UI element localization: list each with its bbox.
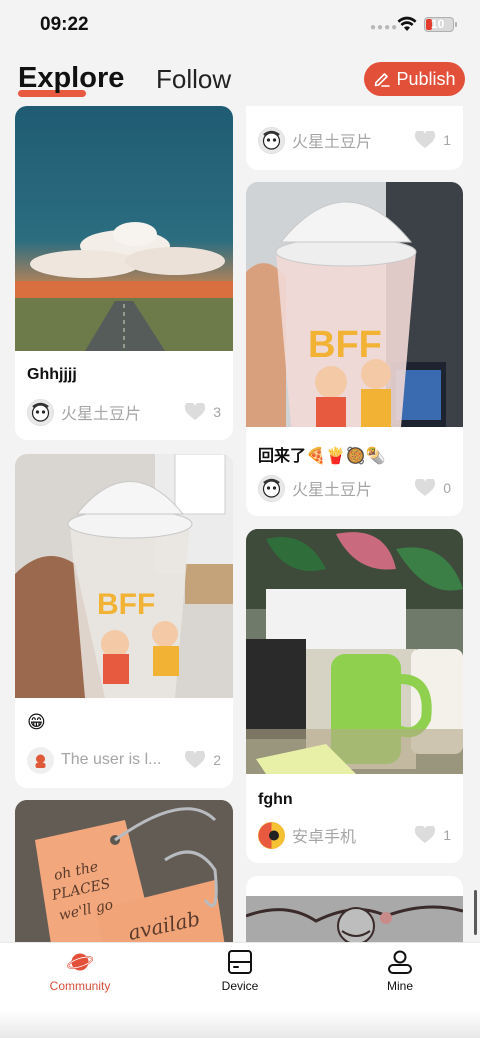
post-footer: 火星土豆片 0 — [258, 474, 451, 502]
like-count: 2 — [213, 752, 221, 768]
post-card[interactable]: Ghhjjjj 火星土豆片 3 — [15, 106, 233, 440]
tab-community-label: Community — [49, 979, 111, 993]
post-title: 回来了🍕🍟🥘🌯 — [258, 448, 386, 465]
tab-community[interactable]: Community — [20, 949, 140, 993]
like-button[interactable]: 1 — [415, 826, 451, 844]
sunset-road-photo — [15, 106, 233, 351]
bff-cup-photo: BFF — [15, 454, 233, 698]
post-card[interactable]: 火星土豆片 1 — [246, 106, 463, 170]
post-title: fghn — [258, 791, 293, 808]
status-bar: 09:22 ●●●● 10 — [0, 0, 480, 50]
post-card[interactable]: fghn 安卓手机 1 — [246, 529, 463, 863]
avatar[interactable] — [258, 126, 285, 154]
user-icon — [388, 950, 412, 974]
signal-icon: ●●●● — [370, 22, 399, 33]
post-footer: 火星土豆片 1 — [258, 126, 451, 154]
like-button[interactable]: 1 — [415, 131, 451, 149]
like-count: 1 — [443, 827, 451, 843]
tab-follow[interactable]: Follow — [156, 64, 231, 95]
avatar[interactable] — [258, 821, 285, 849]
post-card[interactable]: oh the PLACES we'll go availab — [15, 800, 233, 942]
avatar[interactable] — [27, 746, 54, 774]
desk-mug-plant-photo — [246, 529, 463, 774]
device-icon — [228, 950, 252, 974]
tab-device-label: Device — [221, 979, 259, 993]
battery-icon: 10 — [424, 17, 457, 32]
heart-icon — [415, 131, 436, 148]
like-button[interactable]: 2 — [185, 751, 221, 769]
wifi-icon — [397, 16, 417, 31]
author-name: The user is l... — [61, 751, 162, 768]
leather-tags-photo: oh the PLACES we'll go availab — [15, 800, 233, 942]
tab-device[interactable]: Device — [180, 949, 300, 993]
publish-button[interactable]: Publish — [364, 62, 465, 96]
post-footer: 火星土豆片 3 — [27, 398, 221, 426]
post-title: Ghhjjjj — [27, 366, 77, 383]
avatar[interactable] — [258, 474, 285, 502]
svg-text:BFF: BFF — [97, 588, 155, 621]
feed: Ghhjjjj 火星土豆片 3 BFF 😁 The user is l... 2… — [0, 106, 480, 942]
post-card[interactable]: BFF 回来了🍕🍟🥘🌯 火星土豆片 0 — [246, 182, 463, 516]
author-name: 安卓手机 — [292, 829, 357, 846]
author-name: 火星土豆片 — [292, 134, 373, 151]
svg-text:BFF: BFF — [308, 324, 382, 366]
like-count: 3 — [213, 404, 221, 420]
status-time: 09:22 — [40, 14, 89, 35]
bff-cup-photo: BFF — [246, 182, 463, 427]
post-footer: The user is l... 2 — [27, 746, 221, 774]
battery-level: 10 — [431, 17, 445, 31]
publish-label: Publish — [396, 68, 456, 89]
heart-icon — [185, 403, 206, 420]
avatar[interactable] — [27, 398, 54, 426]
scroll-indicator[interactable] — [474, 890, 477, 935]
tab-mine-label: Mine — [386, 979, 413, 993]
author-name: 火星土豆片 — [61, 406, 142, 423]
like-button[interactable]: 3 — [185, 403, 221, 421]
like-count: 1 — [443, 132, 451, 148]
author-name: 火星土豆片 — [292, 482, 373, 499]
tab-explore[interactable]: Explore — [18, 62, 124, 95]
like-count: 0 — [443, 480, 451, 496]
post-title: 😁 — [27, 712, 46, 732]
heart-icon — [415, 479, 436, 496]
planet-icon — [67, 953, 93, 971]
tab-mine[interactable]: Mine — [340, 949, 460, 993]
edit-icon — [375, 73, 391, 87]
drawing-photo — [246, 896, 463, 942]
heart-icon — [415, 826, 436, 843]
post-card[interactable] — [246, 876, 463, 942]
post-footer: 安卓手机 1 — [258, 821, 451, 849]
like-button[interactable]: 0 — [415, 479, 451, 497]
heart-icon — [185, 751, 206, 768]
home-indicator-area — [0, 1010, 480, 1038]
header: Explore Follow Publish — [0, 50, 480, 106]
post-card[interactable]: BFF 😁 The user is l... 2 — [15, 454, 233, 788]
